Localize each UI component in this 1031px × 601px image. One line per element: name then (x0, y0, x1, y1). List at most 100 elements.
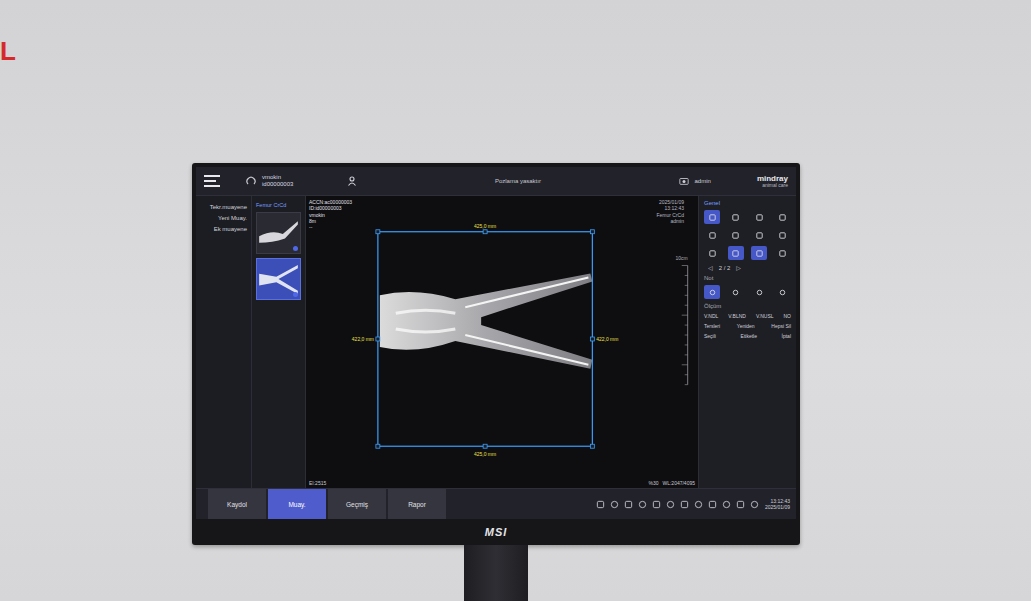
label-actions: Seçili Etiketle İptal (704, 333, 791, 339)
left-menu-item[interactable]: Yeni Muay. (218, 215, 247, 221)
edit-action[interactable]: Hepsi Sil (771, 323, 791, 329)
tool-icon (755, 249, 764, 258)
quick-action-icon[interactable] (652, 500, 661, 509)
bottom-bar: KaydolMuay.GeçmişRapor 13:12:43 2025/01/… (196, 488, 796, 519)
prev-page-button[interactable]: ◁ (708, 264, 713, 271)
quick-action-icon[interactable] (666, 500, 675, 509)
quick-action-icon[interactable] (596, 500, 605, 509)
window-level: %30WL:2047/4095 (648, 480, 695, 486)
quick-action-icon[interactable] (708, 500, 717, 509)
note-button[interactable] (775, 285, 791, 299)
crop-handle[interactable] (376, 337, 380, 341)
image-info-line: 13:12:43 (665, 205, 684, 211)
quick-action-icon[interactable] (638, 500, 647, 509)
note-button[interactable] (728, 285, 744, 299)
tool-button[interactable] (775, 246, 791, 260)
tab[interactable]: Geçmiş (328, 489, 386, 519)
tool-button[interactable] (751, 246, 767, 260)
crop-handle[interactable] (483, 444, 487, 448)
thumbnail[interactable] (256, 212, 301, 254)
left-menu-item[interactable]: Ek muayene (214, 226, 247, 232)
tab[interactable]: Kaydol (208, 489, 266, 519)
quick-action-icon[interactable] (610, 500, 619, 509)
app-screen: vmokin id00000003 Pozlama yasaktır admin… (196, 167, 796, 519)
label-action[interactable]: Etiketle (741, 333, 757, 339)
monitor-bezel: MSI (196, 519, 796, 545)
camera-icon[interactable] (679, 176, 689, 186)
tool-icon (731, 249, 740, 258)
tool-button[interactable] (728, 228, 744, 242)
left-menu-item[interactable]: Tekr.muayene (210, 204, 247, 210)
edit-action[interactable]: Yeniden (737, 323, 755, 329)
person-icon[interactable] (347, 176, 357, 186)
user-name: admin (695, 178, 711, 184)
measure-right: 422,0 mm (596, 337, 618, 342)
image-info-line: 2025/01/09 (659, 199, 684, 205)
tab[interactable]: Muay. (268, 489, 326, 519)
measure-tool[interactable]: V.NDL (704, 313, 718, 319)
crop-handle[interactable] (376, 230, 380, 234)
menu-icon[interactable] (204, 175, 220, 187)
crop-handle[interactable] (376, 444, 380, 448)
crop-frame[interactable] (378, 232, 592, 446)
left-menu: Tekr.muayene Yeni Muay. Ek muayene (196, 196, 252, 488)
tab[interactable]: Rapor (388, 489, 446, 519)
crop-handle[interactable] (590, 337, 594, 341)
quick-action-icon[interactable] (722, 500, 731, 509)
thumbnail-marker-icon (293, 292, 298, 297)
tool-icon (778, 231, 787, 240)
crop-handle[interactable] (590, 230, 594, 234)
label-action[interactable]: İptal (782, 333, 791, 339)
tool-row (704, 246, 791, 260)
next-page-button[interactable]: ▷ (736, 264, 741, 271)
tool-button[interactable] (704, 246, 720, 260)
measure-label: Ölçüm (704, 303, 791, 309)
corner-logo: L (0, 38, 16, 64)
note-button[interactable] (751, 285, 767, 299)
tool-button[interactable] (728, 246, 744, 260)
tool-panel-title: Genel (704, 200, 791, 206)
thumbnail-marker-icon (293, 246, 298, 251)
tool-panel: Genel ◁ 2 / 2 ▷ Not Ölçüm V.NDLV.BLNDV.N… (698, 196, 796, 488)
exposure-status: Pozlama yasaktır (363, 178, 672, 184)
top-bar: vmokin id00000003 Pozlama yasaktır admin… (196, 167, 796, 196)
measure-tool[interactable]: V.NUSL (756, 313, 774, 319)
tool-button[interactable] (704, 228, 720, 242)
crop-handle[interactable] (483, 230, 487, 234)
note-row (704, 285, 791, 299)
quick-action-icon[interactable] (680, 500, 689, 509)
study-info: ACCN:ac00000003ID:id00000003vmokin8m-- (309, 199, 352, 230)
quick-action-icon[interactable] (624, 500, 633, 509)
image-info-line: Femur CrCd (656, 212, 684, 218)
tool-icon (708, 249, 717, 258)
quick-action-icon[interactable] (750, 500, 759, 509)
note-icon (778, 288, 787, 297)
tool-button[interactable] (775, 228, 791, 242)
study-info-line: vmokin (309, 212, 352, 218)
measure-top: 425,0 mm (474, 224, 496, 229)
study-info-line: 8m (309, 218, 352, 224)
tool-button[interactable] (751, 210, 767, 224)
svg-text:10cm: 10cm (676, 256, 688, 261)
xray-image[interactable]: 425,0 mm422,0 mm422,0 mm425,0 mm10cm (306, 196, 698, 479)
tool-button[interactable] (704, 210, 720, 224)
quick-action-icon[interactable] (736, 500, 745, 509)
tool-icon (778, 213, 787, 222)
patient-id: id00000003 (262, 181, 293, 188)
tool-button[interactable] (775, 210, 791, 224)
page-switcher: ◁ 2 / 2 ▷ (704, 264, 791, 271)
exposure-index: EI:2515 (309, 480, 326, 486)
tool-button[interactable] (751, 228, 767, 242)
tool-button[interactable] (728, 210, 744, 224)
measure-tool[interactable]: V.BLND (728, 313, 746, 319)
image-viewer[interactable]: ACCN:ac00000003ID:id00000003vmokin8m-- 2… (306, 196, 698, 488)
note-button[interactable] (704, 285, 720, 299)
study-info-line: -- (309, 224, 352, 230)
thumbnail[interactable] (256, 258, 301, 300)
label-action[interactable]: Seçili (704, 333, 716, 339)
measure-tool[interactable]: NO (784, 313, 792, 319)
quick-action-icon[interactable] (694, 500, 703, 509)
edit-action[interactable]: Tersleri (704, 323, 720, 329)
crop-handle[interactable] (590, 444, 594, 448)
monitor-stand (464, 545, 528, 601)
